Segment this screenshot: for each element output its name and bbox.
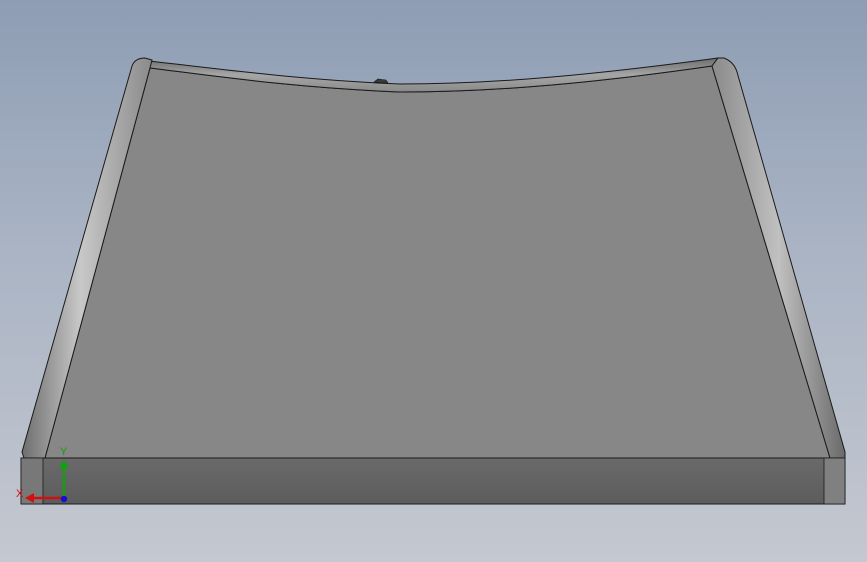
x-axis-label: X <box>16 488 24 500</box>
front-face[interactable] <box>20 457 846 505</box>
graphics-viewport[interactable]: Y X <box>0 0 867 562</box>
front-right-fillet <box>823 457 846 505</box>
top-face[interactable] <box>44 65 831 459</box>
model-view[interactable]: Y X <box>0 0 867 562</box>
y-axis-label: Y <box>60 446 68 458</box>
z-axis-dot <box>60 495 68 503</box>
back-edge-feature <box>373 78 389 84</box>
